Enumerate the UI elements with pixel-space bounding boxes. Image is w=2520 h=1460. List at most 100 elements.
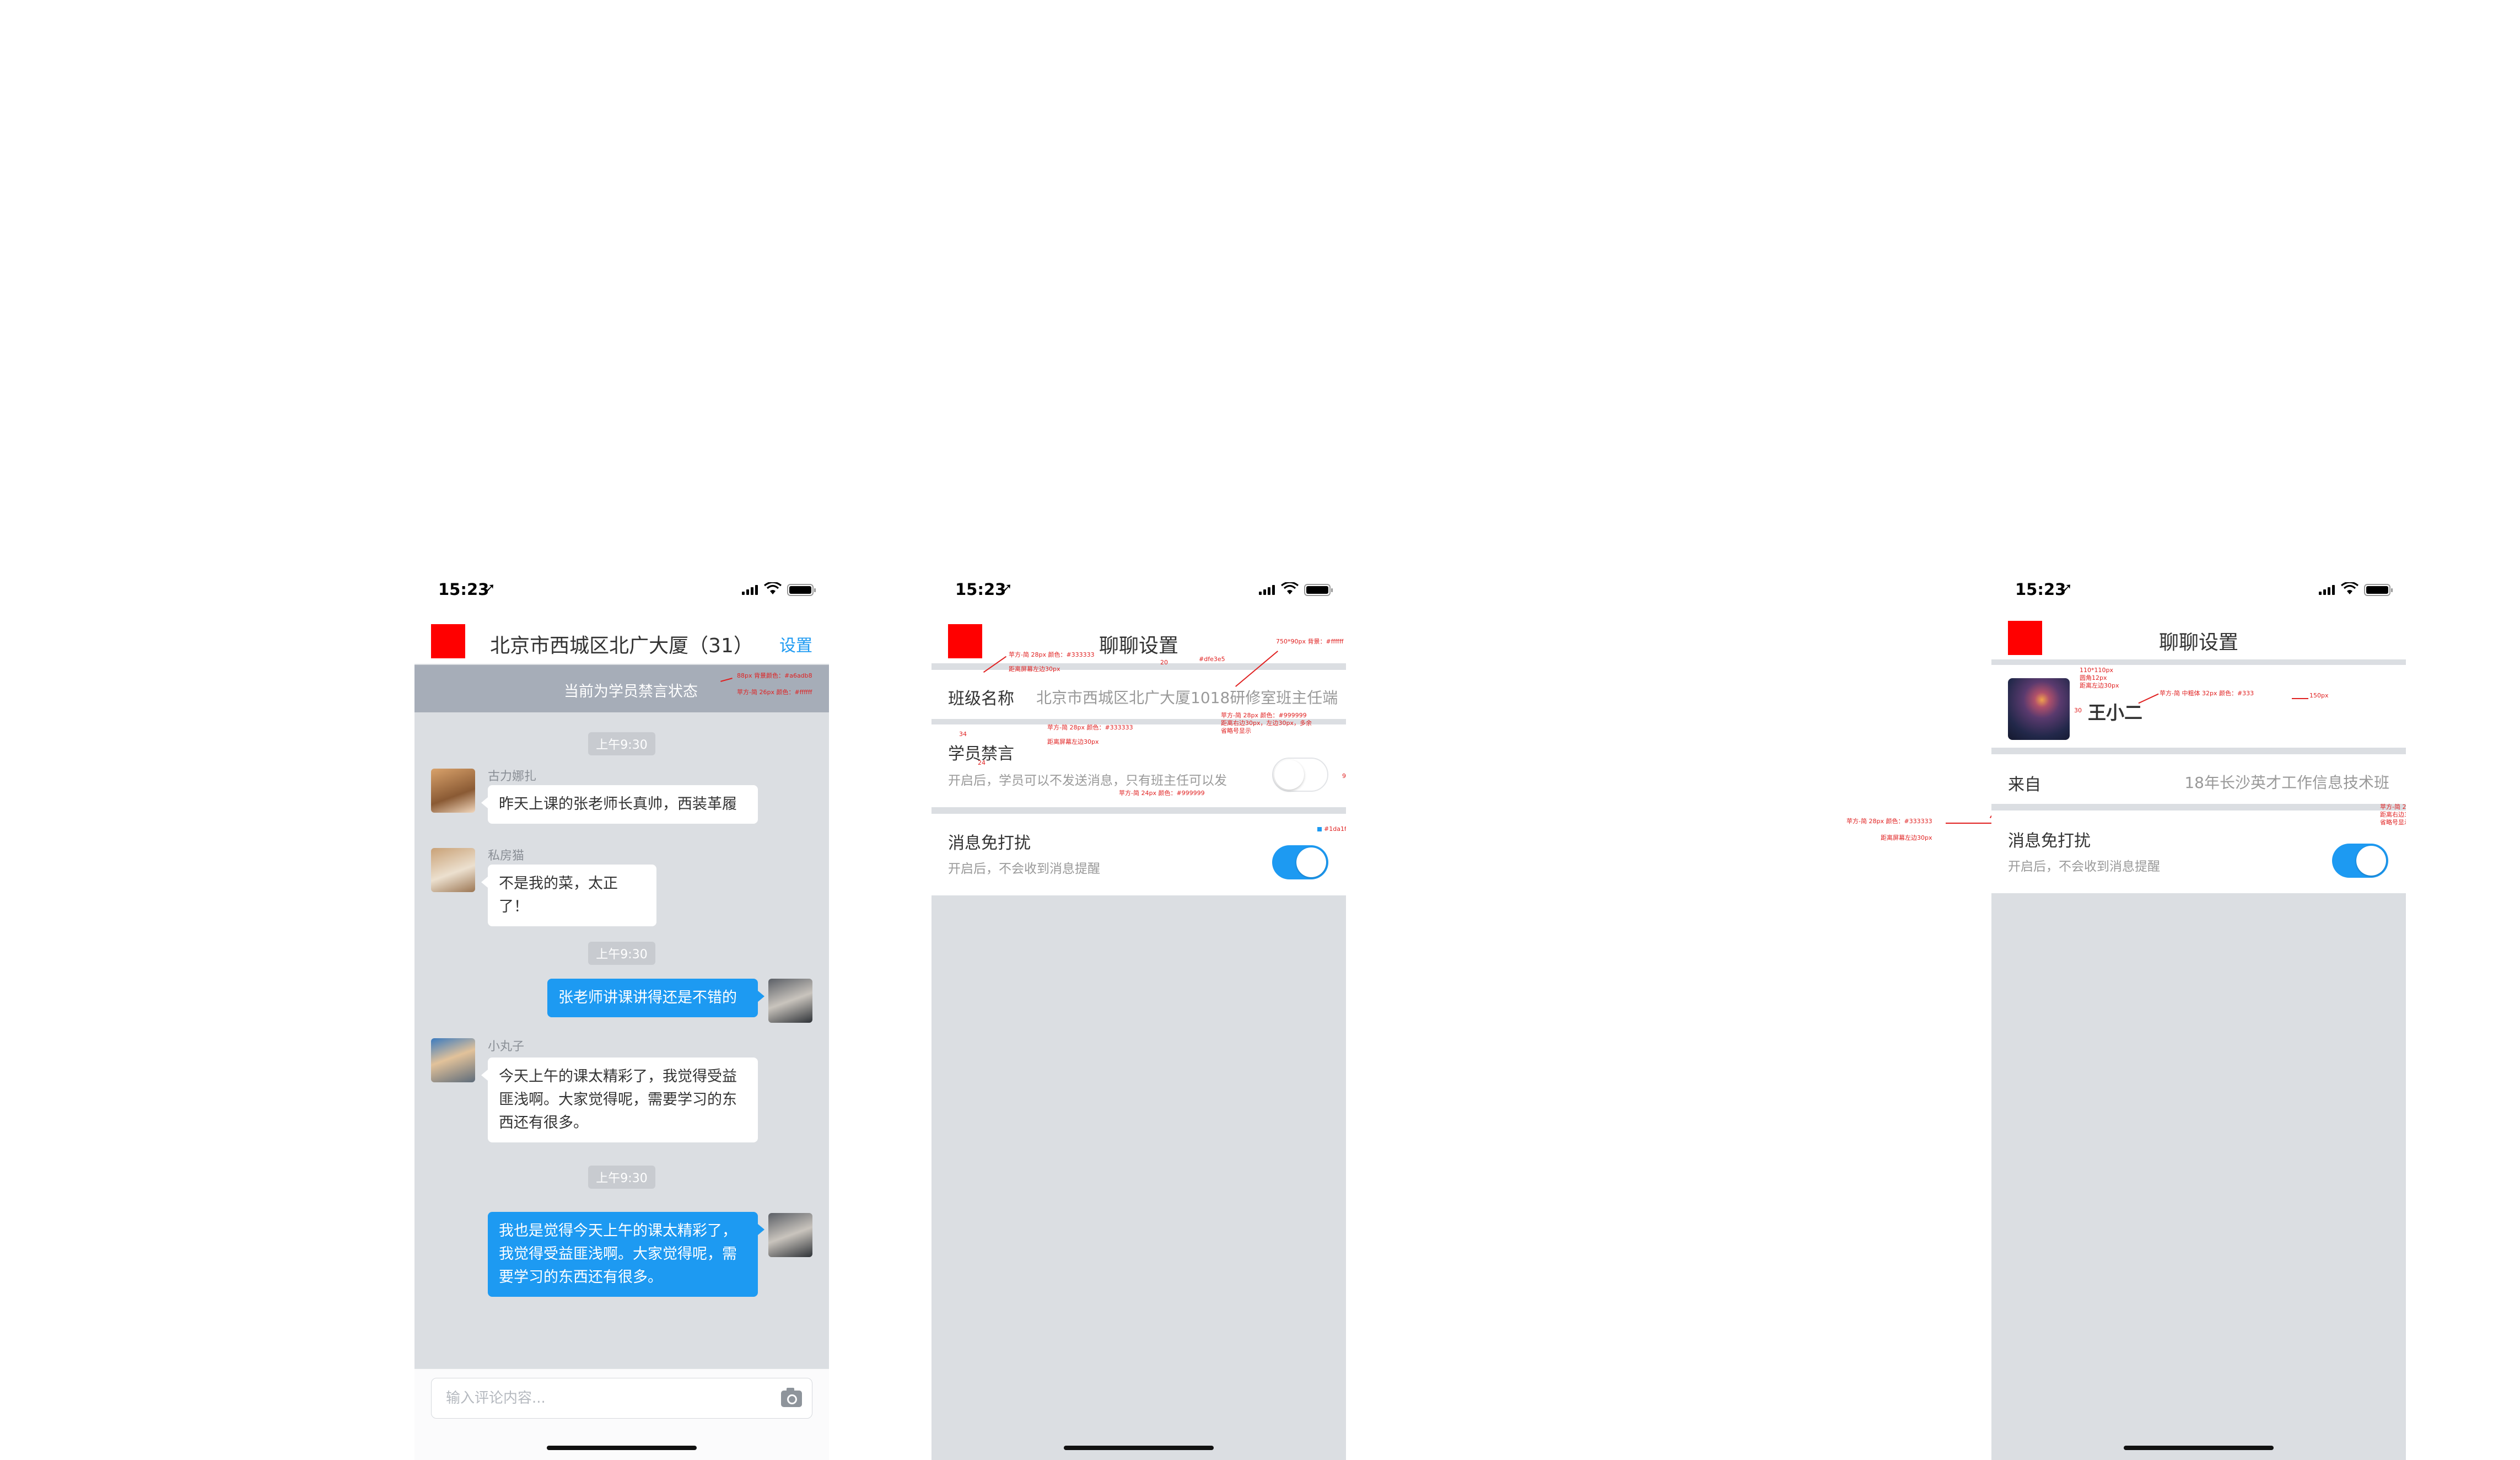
dnd-label: 消息免打扰 — [2008, 831, 2091, 851]
mute-students-toggle[interactable] — [1272, 758, 1328, 792]
dnd-desc: 开启后，不会收到消息提醒 — [948, 862, 1100, 876]
sender-name: 小丸子 — [488, 1040, 525, 1054]
empty-area — [1991, 893, 2406, 1460]
comment-input-box — [431, 1378, 812, 1419]
location-icon: ➚ — [485, 581, 496, 595]
home-indicator[interactable] — [547, 1446, 697, 1450]
member-profile-screen: 15:23 ➚ 聊聊设置 110*110px 圆角12px 距离左边30px 3… — [1991, 568, 2406, 1460]
status-bar: 15:23 ➚ — [931, 568, 1346, 618]
dnd-toggle[interactable] — [1272, 845, 1328, 879]
annotation: 距离屏幕左边30px — [1047, 738, 1099, 745]
annotation: 34 — [959, 731, 967, 738]
mute-students-desc: 开启后，学员可以不发送消息，只有班主任可以发 — [948, 774, 1227, 788]
annotation: 距离左边30px — [2080, 682, 2119, 689]
message-bubble[interactable]: 今天上午的课太精彩了，我觉得受益匪浅啊。大家觉得呢，需要学习的东西还有很多。 — [481, 1058, 758, 1142]
my-avatar[interactable] — [768, 979, 812, 1023]
dnd-desc: 开启后，不会收到消息提醒 — [2008, 860, 2160, 874]
section-divider — [1991, 748, 2406, 754]
chat-title: 北京市西城区北广大厦（31） — [490, 635, 753, 657]
my-message-bubble[interactable]: 我也是觉得今天上午的课太精彩了，我觉得受益匪浅啊。大家觉得呢，需要学习的东西还有… — [488, 1212, 764, 1297]
battery-icon — [787, 584, 816, 596]
annotation: 150px — [2309, 692, 2329, 699]
annotation: 距离右边30px，左边30px，多余 — [1221, 720, 1312, 727]
home-indicator[interactable] — [2124, 1446, 2274, 1450]
dnd-label: 消息免打扰 — [948, 834, 1031, 853]
sender-name: 古力娜扎 — [488, 770, 537, 783]
annotation: 距离屏幕左边30px — [1881, 834, 1932, 841]
battery-icon — [1304, 584, 1333, 596]
battery-icon — [2364, 584, 2393, 596]
profile-nav-bar: 聊聊设置 — [1991, 618, 2406, 665]
timestamp: 上午9:30 — [414, 942, 829, 965]
annotation: 90 — [1342, 772, 1346, 780]
annotation: 苹方-简 26px 颜色：#ffffff — [737, 689, 812, 696]
mute-status-banner: 当前为学员禁言状态 88px 背景颜色：#a6adb8 苹方-简 26px 颜色… — [414, 665, 829, 712]
member-name: 王小二 — [2088, 702, 2142, 723]
mute-status-text: 当前为学员禁言状态 — [564, 683, 698, 700]
annotation: 苹方-简 中粗体 32px 颜色：#333 — [2160, 690, 2254, 697]
chat-screen: 15:23 ➚ 北京市西城区北广大厦（31） 设置 当前为学员禁言状态 88px… — [414, 568, 829, 1460]
annotation: 苹方-简 28px 颜色：#333333 — [1047, 724, 1133, 731]
color-swatch — [1317, 827, 1322, 831]
wifi-icon — [2341, 582, 2359, 594]
from-label: 来自 — [2008, 775, 2041, 795]
avatar[interactable] — [431, 1038, 475, 1082]
section-divider — [931, 807, 1346, 814]
message-bubble[interactable]: 昨天上课的张老师长真帅，西装革履 — [481, 785, 758, 824]
empty-area — [931, 895, 1346, 1460]
annotation: 88px 背景颜色：#a6adb8 — [737, 672, 812, 679]
annotation: 750*90px 背景：#ffffff — [1276, 638, 1344, 645]
toggle-knob — [1274, 760, 1304, 790]
location-icon: ➚ — [1002, 581, 1013, 595]
signal-icon — [742, 585, 758, 595]
annotation: 苹方-简 28px 颜色：#333333 — [1009, 651, 1095, 658]
profile-title: 聊聊设置 — [2158, 631, 2238, 654]
annotation: 30 — [2074, 707, 2082, 714]
settings-link[interactable]: 设置 — [779, 632, 812, 656]
annotation-line — [1946, 823, 1995, 824]
section-divider — [1991, 804, 2406, 810]
member-avatar[interactable] — [2008, 678, 2070, 740]
timestamp: 上午9:30 — [414, 1166, 829, 1189]
signal-icon — [1259, 585, 1275, 595]
status-bar: 15:23 ➚ — [1991, 568, 2406, 618]
annotation: 苹方-简 28px 颜色：#333333 — [1846, 818, 1932, 825]
avatar[interactable] — [431, 769, 475, 813]
toggle-knob — [1296, 847, 1326, 877]
status-bar: 15:23 ➚ — [414, 568, 829, 618]
message-bubble[interactable]: 不是我的菜，太正了！ — [481, 865, 656, 926]
annotation: #dfe3e5 — [1199, 656, 1225, 663]
comment-input[interactable] — [432, 1378, 762, 1418]
camera-icon[interactable] — [781, 1388, 802, 1407]
avatar[interactable] — [431, 848, 475, 892]
chat-settings-screen: 15:23 ➚ 聊聊设置 苹方-简 28px 颜色：#333333 距离屏幕左边… — [931, 568, 1346, 1460]
home-indicator[interactable] — [1064, 1446, 1214, 1450]
wifi-icon — [764, 582, 782, 594]
section-divider — [1991, 659, 2406, 665]
my-avatar[interactable] — [768, 1213, 812, 1257]
annotation-line — [2292, 698, 2308, 699]
status-time: 15:23 — [955, 580, 1006, 599]
my-message-bubble[interactable]: 张老师讲课讲得还是不错的 — [547, 979, 764, 1017]
annotation: 圆角12px — [2080, 674, 2107, 681]
comment-input-bar — [414, 1368, 829, 1460]
annotation-line — [720, 678, 733, 682]
annotation: 20 — [1160, 659, 1168, 666]
location-icon: ➚ — [2062, 581, 2072, 595]
annotation: 24 — [978, 759, 986, 766]
annotation: 距离右边30px，左边30px，多余 — [2380, 811, 2406, 818]
toggle-knob — [2356, 846, 2386, 876]
class-name-value[interactable]: 北京市西城区北广大厦1018研修室班主任端 — [1036, 686, 1338, 708]
from-value: 18年长沙英才工作信息技术班 — [2184, 774, 2389, 792]
wifi-icon — [1281, 582, 1299, 594]
timestamp: 上午9:30 — [414, 732, 829, 755]
annotation: 省略号显示 — [1221, 727, 1251, 734]
annotation: 省略号显示 — [2380, 819, 2406, 826]
signal-icon — [2319, 585, 2335, 595]
annotation: 距离屏幕左边30px — [1009, 665, 1060, 673]
annotation: #1da1f2 — [1324, 825, 1346, 833]
annotation: 苹方-简 24px 颜色：#999999 — [1119, 790, 1205, 797]
status-time: 15:23 — [2015, 580, 2066, 599]
dnd-toggle[interactable] — [2332, 844, 2388, 878]
status-time: 15:23 — [438, 580, 489, 599]
